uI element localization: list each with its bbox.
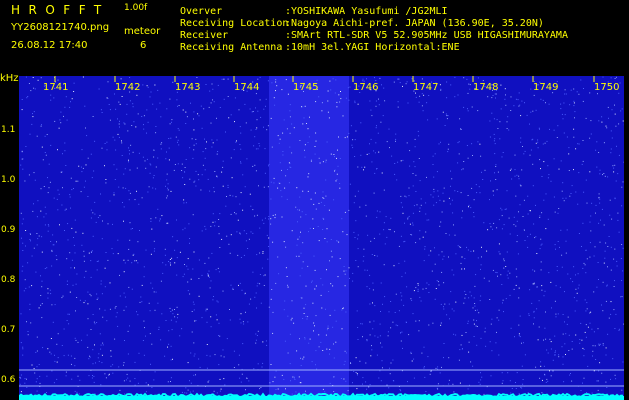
x-tick-label: 1747 <box>413 82 439 93</box>
y-tick-label: 0.9 <box>1 225 16 235</box>
receiver-label: Receiver <box>180 30 229 41</box>
x-tick-label: 1749 <box>533 82 559 93</box>
mode-label: meteor <box>124 26 161 37</box>
file-name: YY2608121740.png <box>11 22 110 33</box>
x-tick-label: 1745 <box>293 82 319 93</box>
location-value: :Nagoya Aichi-pref. JAPAN (136.90E, 35.2… <box>285 18 544 29</box>
observer-label: Overver <box>180 6 223 17</box>
spectrogram-plot <box>19 76 624 400</box>
x-tick-label: 1750 <box>594 82 620 93</box>
location-label: Receiving Location <box>180 18 289 29</box>
y-tick-label: 1.1 <box>1 125 16 135</box>
x-tick-label: 1743 <box>175 82 201 93</box>
y-tick-label: 0.6 <box>1 375 16 385</box>
y-tick-label: 0.8 <box>1 275 16 285</box>
noise-band <box>269 76 349 400</box>
y-tick-label: 1.0 <box>1 175 16 185</box>
header-panel: HROFFT 1.00f YY2608121740.png meteor 26.… <box>0 0 629 72</box>
x-tick-label: 1741 <box>43 82 69 93</box>
baseline-fill <box>19 396 624 400</box>
app-title: HROFFT <box>11 3 110 17</box>
receiver-value: :SMArt RTL-SDR V5 52.905MHz USB HIGASHIM… <box>285 30 568 41</box>
antenna-value: :10mH 3el.YAGI Horizontal:ENE <box>285 42 460 53</box>
meteor-count: 6 <box>140 40 147 51</box>
app-version: 1.00f <box>124 3 148 13</box>
x-tick-label: 1744 <box>234 82 260 93</box>
y-tick-label: 0.7 <box>1 325 16 335</box>
timestamp: 26.08.12 17:40 <box>11 40 88 51</box>
y-axis-unit: kHz <box>0 73 19 84</box>
x-tick-label: 1742 <box>115 82 141 93</box>
x-tick-label: 1748 <box>473 82 499 93</box>
spectrogram-canvas <box>19 76 624 400</box>
x-tick-label: 1746 <box>353 82 379 93</box>
observer-value: :YOSHIKAWA Yasufumi /JG2MLI <box>285 6 448 17</box>
antenna-label: Receiving Antenna <box>180 42 283 53</box>
